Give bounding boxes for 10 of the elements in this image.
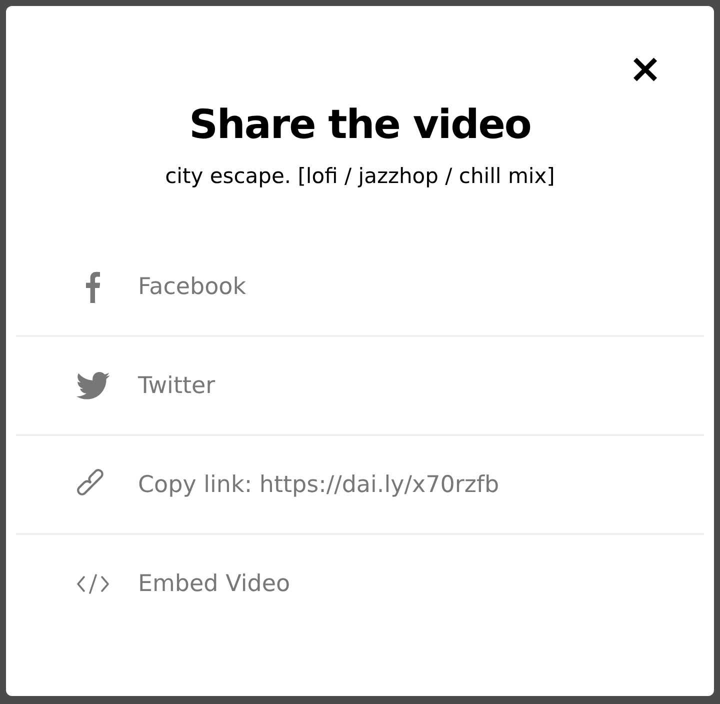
bird-icon [76, 372, 110, 400]
facebook-icon [86, 270, 100, 302]
dialog-title: Share the video [188, 102, 532, 148]
close-button[interactable]: × [628, 54, 662, 84]
share-option[interactable]: Embed Video [16, 533, 704, 632]
share-option[interactable]: Twitter [16, 335, 704, 434]
code-icon [76, 574, 110, 594]
share-option[interactable]: Copy link: https://dai.ly/x70rzfb [16, 434, 704, 533]
share-option[interactable]: Facebook [16, 238, 704, 335]
video-title: city escape. [lofi / jazzhop / chill mix] [164, 164, 556, 188]
